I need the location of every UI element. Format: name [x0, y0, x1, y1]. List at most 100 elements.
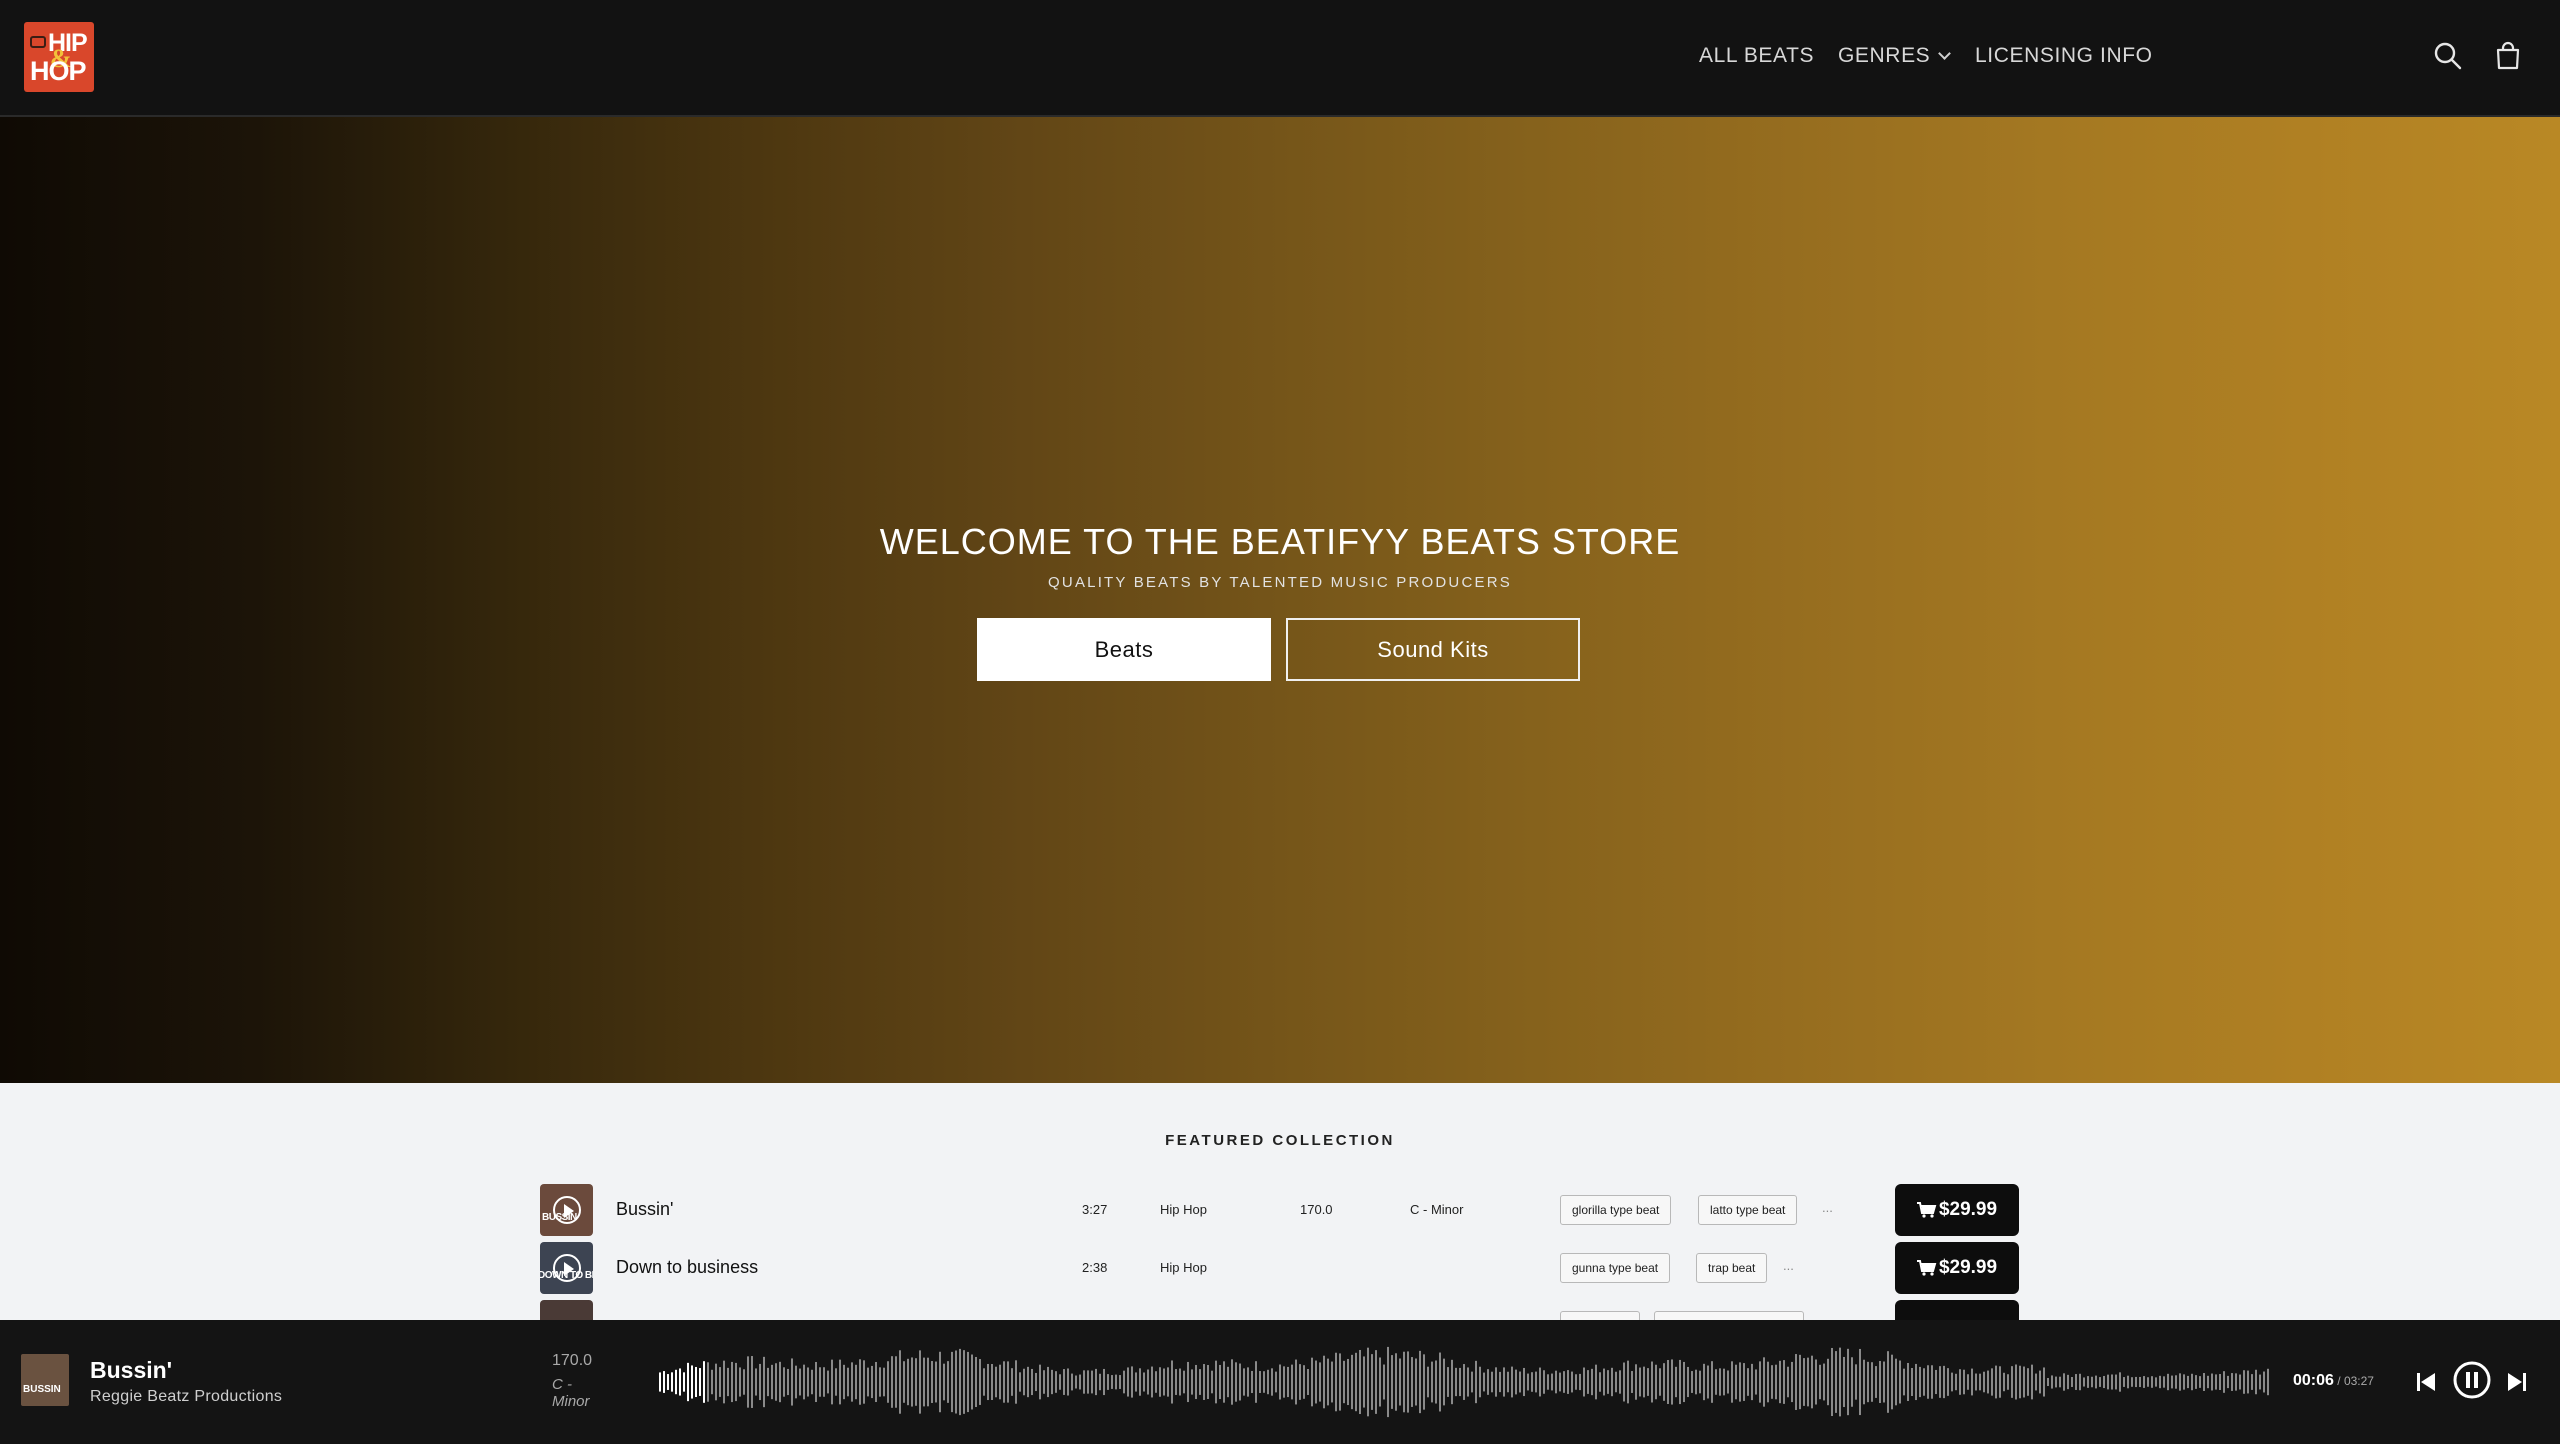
waveform-bar: [855, 1364, 857, 1400]
waveform-bar: [1151, 1366, 1153, 1398]
waveform-bar: [1499, 1371, 1501, 1393]
waveform-bar: [1915, 1363, 1917, 1401]
waveform-bar: [1123, 1370, 1125, 1394]
waveform-bar: [1039, 1364, 1041, 1400]
logo[interactable]: HIP & HOP: [24, 22, 94, 92]
waveform-bar: [2219, 1374, 2221, 1390]
waveform-bar: [1911, 1367, 1913, 1397]
search-icon[interactable]: [2430, 38, 2466, 74]
waveform-bar: [1563, 1371, 1565, 1393]
waveform-bar: [2023, 1366, 2025, 1398]
waveform-bar: [1247, 1367, 1249, 1397]
add-to-cart-button[interactable]: [1895, 1300, 2019, 1320]
waveform-bar: [2075, 1374, 2077, 1390]
beats-button[interactable]: Beats: [977, 618, 1271, 681]
waveform-bar: [2207, 1375, 2209, 1389]
track-thumbnail[interactable]: DOWN TO BIZ: [540, 1242, 593, 1294]
waveform-bar: [1667, 1360, 1669, 1404]
play-icon[interactable]: [553, 1254, 581, 1282]
waveform-bar: [1531, 1372, 1533, 1392]
audio-player: BUSSIN Bussin' Reggie Beatz Productions …: [0, 1320, 2560, 1444]
waveform-bar: [1731, 1361, 1733, 1403]
waveform-bar: [1187, 1361, 1189, 1403]
waveform-bar: [2235, 1373, 2237, 1391]
tag-chip[interactable]: [1654, 1311, 1804, 1320]
waveform-bar: [1435, 1360, 1437, 1404]
waveform-bar: [1287, 1366, 1289, 1398]
add-to-cart-button[interactable]: $29.99: [1895, 1242, 2019, 1294]
waveform-bar: [1903, 1368, 1905, 1396]
waveform-bar: [1515, 1369, 1517, 1395]
track-name[interactable]: Down to business: [616, 1257, 758, 1278]
waveform-bar: [1859, 1348, 1861, 1416]
tag-chip[interactable]: gunna type beat: [1560, 1253, 1671, 1283]
play-icon[interactable]: [553, 1196, 581, 1224]
waveform-bar: [979, 1359, 981, 1405]
track-genre: Hip Hop: [1160, 1202, 1207, 1217]
add-to-cart-button[interactable]: $29.99: [1895, 1184, 2019, 1236]
waveform-bar: [1967, 1374, 1969, 1390]
waveform-bar: [1259, 1371, 1261, 1393]
waveform-bar: [1191, 1369, 1193, 1395]
waveform-bar: [1791, 1361, 1793, 1403]
waveform-bar: [1899, 1360, 1901, 1404]
waveform-bar: [1723, 1368, 1725, 1396]
tag-chip[interactable]: latto type beat: [1698, 1195, 1798, 1225]
waveform-bar: [1019, 1372, 1021, 1392]
waveform-bar: [1395, 1353, 1397, 1411]
waveform-bar: [1959, 1369, 1961, 1395]
waveform-bar: [1203, 1364, 1205, 1400]
waveform-bar: [1015, 1360, 1017, 1404]
cart-icon[interactable]: [2490, 38, 2526, 74]
more-tags[interactable]: ...: [1783, 1258, 1794, 1273]
waveform-bar: [1963, 1369, 1965, 1395]
waveform-bar: [1939, 1366, 1941, 1398]
nav-licensing-info[interactable]: LICENSING INFO: [1975, 44, 2153, 68]
waveform-bar: [987, 1363, 989, 1401]
waveform-bar: [1535, 1371, 1537, 1393]
nav-all-beats[interactable]: ALL BEATS: [1699, 44, 1814, 68]
waveform-bar: [671, 1372, 673, 1392]
waveform-seekbar[interactable]: [659, 1340, 2271, 1424]
waveform-bar: [699, 1368, 701, 1396]
track-row[interactable]: DOWN TO BIZ Down to business 2:38 Hip Ho…: [540, 1242, 2020, 1294]
tag-chip[interactable]: [1560, 1311, 1640, 1320]
nav-genres[interactable]: GENRES: [1838, 44, 1952, 68]
waveform-bar: [1211, 1370, 1213, 1394]
waveform-bar: [1371, 1354, 1373, 1410]
waveform-bar: [1035, 1372, 1037, 1392]
waveform-bar: [1735, 1364, 1737, 1400]
waveform-bar: [1711, 1361, 1713, 1403]
waveform-bar: [1671, 1359, 1673, 1405]
track-row[interactable]: [540, 1300, 2020, 1320]
waveform-bar: [1447, 1367, 1449, 1397]
waveform-bar: [2187, 1375, 2189, 1389]
waveform-bar: [2163, 1376, 2165, 1388]
waveform-bar: [1719, 1368, 1721, 1396]
more-tags[interactable]: ...: [1822, 1200, 1833, 1215]
waveform-bar: [1311, 1357, 1313, 1407]
waveform-bar: [711, 1369, 713, 1395]
sound-kits-button[interactable]: Sound Kits: [1286, 618, 1580, 681]
waveform-bar: [1875, 1366, 1877, 1398]
waveform-bar: [2243, 1370, 2245, 1394]
track-name[interactable]: Bussin': [616, 1199, 673, 1220]
hero-subtitle: QUALITY BEATS BY TALENTED MUSIC PRODUCER…: [1048, 574, 1512, 591]
waveform-bar: [1999, 1366, 2001, 1398]
track-thumbnail[interactable]: BUSSIN: [540, 1184, 593, 1236]
track-row[interactable]: BUSSIN Bussin' 3:27 Hip Hop 170.0 C - Mi…: [540, 1184, 2020, 1236]
waveform-bar: [2019, 1365, 2021, 1399]
tag-chip[interactable]: trap beat: [1696, 1253, 1768, 1283]
pause-button[interactable]: [2452, 1360, 2492, 1405]
waveform-bar: [1231, 1359, 1233, 1405]
next-track-icon[interactable]: [2505, 1362, 2529, 1407]
waveform-bar: [2031, 1364, 2033, 1400]
track-thumbnail[interactable]: [540, 1300, 593, 1320]
waveform-bar: [2011, 1366, 2013, 1398]
waveform-bar: [2215, 1374, 2217, 1390]
tag-chip[interactable]: glorilla type beat: [1560, 1195, 1672, 1225]
waveform-bar: [939, 1351, 941, 1413]
waveform-bar: [767, 1367, 769, 1397]
previous-track-icon[interactable]: [2414, 1362, 2438, 1407]
waveform-bar: [1167, 1367, 1169, 1397]
